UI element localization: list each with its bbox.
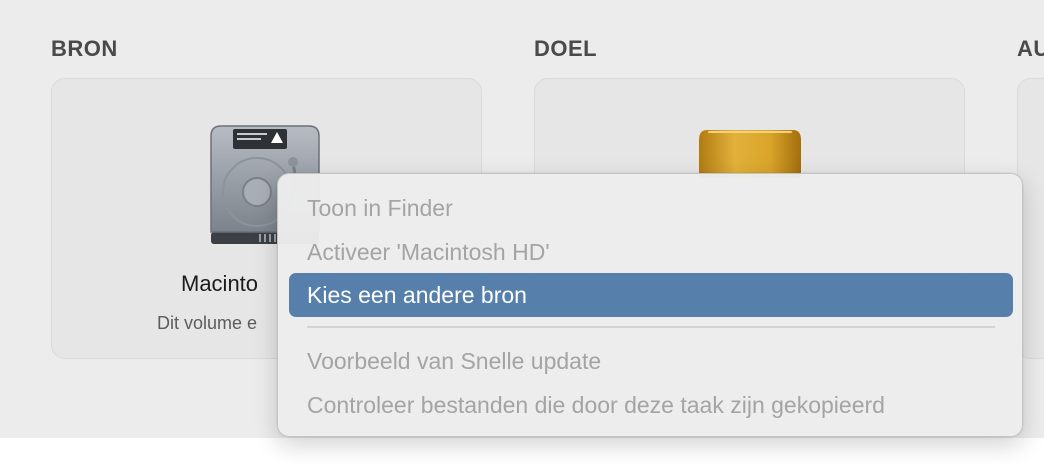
menu-item-activate-macintosh-hd[interactable]: Activeer 'Macintosh HD' <box>289 230 1013 274</box>
third-heading: AU <box>1017 36 1044 61</box>
menu-item-verify-copied-files[interactable]: Controleer bestanden die door deze taak … <box>289 383 1013 427</box>
external-gold-drive-icon <box>699 130 801 178</box>
source-drive-subtitle: Dit volume e <box>157 313 258 333</box>
context-menu: Toon in Finder Activeer 'Macintosh HD' K… <box>277 173 1023 437</box>
menu-item-show-in-finder[interactable]: Toon in Finder <box>289 186 1013 230</box>
menu-item-preview-quick-update[interactable]: Voorbeeld van Snelle update <box>289 339 1013 383</box>
target-heading: DOEL <box>534 36 598 61</box>
menu-item-choose-other-source[interactable]: Kies een andere bron <box>289 273 1013 317</box>
source-heading: BRON <box>51 36 118 61</box>
source-drive-title: Macinto <box>181 271 259 296</box>
menu-separator <box>307 326 995 328</box>
